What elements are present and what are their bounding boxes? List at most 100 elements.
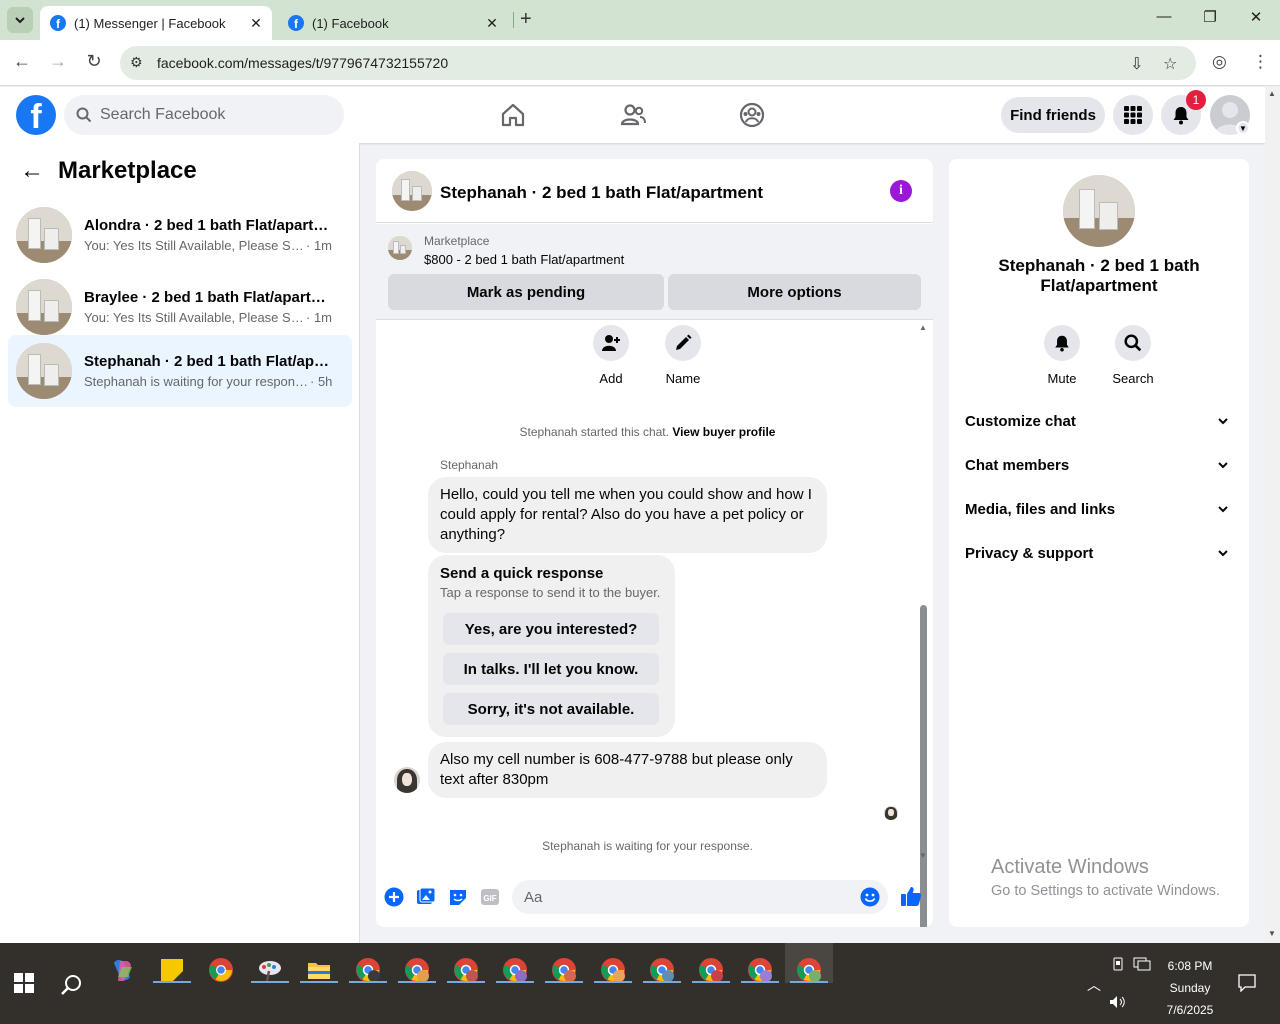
media-files-links-section[interactable]: Media, files and links <box>965 489 1233 529</box>
message-bubble[interactable]: Also my cell number is 608-477-9788 but … <box>428 742 827 798</box>
chat-members-section[interactable]: Chat members <box>965 445 1233 485</box>
chat-title[interactable]: Stephanah · 2 bed 1 bath Flat/apartment <box>440 183 763 203</box>
close-tab-icon[interactable]: ✕ <box>246 15 266 32</box>
facebook-search[interactable] <box>64 95 344 135</box>
app-running-indicator <box>447 981 485 983</box>
chat-listing-thumbnail[interactable] <box>392 171 432 211</box>
quick-response-not-available-button[interactable]: Sorry, it's not available. <box>443 693 659 725</box>
account-caret-icon[interactable]: ▼ <box>1236 121 1250 135</box>
details-title: Stephanah · 2 bed 1 bath Flat/apartment <box>998 256 1200 295</box>
install-app-icon[interactable]: ⇩ <box>1130 54 1143 74</box>
facebook-logo-icon[interactable]: f <box>16 95 56 135</box>
restore-window-button[interactable]: ❐ <box>1187 8 1233 26</box>
clock-day: Sunday <box>1169 981 1211 995</box>
site-info-icon[interactable]: ⚙ <box>130 54 143 71</box>
tab-facebook[interactable]: f (1) Facebook ✕ <box>278 6 508 40</box>
taskbar-search-icon[interactable] <box>60 973 84 997</box>
quick-response-yes-button[interactable]: Yes, are you interested? <box>443 613 659 645</box>
customize-chat-section[interactable]: Customize chat <box>965 401 1233 441</box>
close-tab-icon[interactable]: ✕ <box>482 15 502 32</box>
minimize-window-button[interactable]: — <box>1141 8 1187 25</box>
grid-menu-icon <box>1124 106 1142 124</box>
tab-search-button[interactable] <box>7 7 33 33</box>
new-tab-button[interactable]: + <box>520 8 532 31</box>
sticker-icon[interactable] <box>448 887 468 907</box>
conversation-name: Alondra · 2 bed 1 bath Flat/apartm... <box>84 217 336 234</box>
conversation-name: Braylee · 2 bed 1 bath Flat/apartm... <box>84 289 336 306</box>
system-clock[interactable]: 6:08 PM Sunday 7/6/2025 <box>1158 955 1222 1021</box>
profile-icon[interactable]: ◎ <box>1212 52 1227 72</box>
forward-button[interactable]: → <box>46 51 70 72</box>
page-scroll-up-icon[interactable]: ▲ <box>1268 89 1276 98</box>
sidebar-title: Marketplace <box>58 157 197 184</box>
scroll-down-arrow-icon[interactable]: ▼ <box>919 851 927 860</box>
friends-icon[interactable] <box>619 101 647 129</box>
show-hidden-icons-chevron-icon[interactable]: ︿ <box>1087 975 1101 995</box>
chat-details-panel: Stephanah · 2 bed 1 bath Flat/apartment … <box>949 159 1249 927</box>
close-window-button[interactable]: ✕ <box>1233 8 1279 26</box>
find-friends-button[interactable]: Find friends <box>1001 97 1105 133</box>
home-icon[interactable] <box>499 101 527 129</box>
bookmark-star-icon[interactable]: ☆ <box>1163 54 1177 74</box>
menu-grid-button[interactable] <box>1113 95 1153 135</box>
message-composer: GIF <box>376 869 933 925</box>
conversation-item[interactable]: Braylee · 2 bed 1 bath Flat/apartm... Yo… <box>8 271 352 343</box>
sender-avatar[interactable] <box>394 767 420 793</box>
name-chat-action[interactable]: Name <box>653 325 713 386</box>
page-scroll-down-icon[interactable]: ▼ <box>1268 929 1276 938</box>
message-input[interactable] <box>512 880 888 914</box>
more-options-button[interactable]: More options <box>668 274 921 310</box>
search-input[interactable] <box>100 106 320 124</box>
app-running-indicator <box>692 981 730 983</box>
add-people-action[interactable]: Add <box>581 325 641 386</box>
app-running-indicator <box>398 981 436 983</box>
gif-icon[interactable]: GIF <box>480 887 500 907</box>
add-person-icon <box>602 335 620 351</box>
plus-circle-icon[interactable] <box>384 887 404 907</box>
mark-as-pending-button[interactable]: Mark as pending <box>388 274 664 310</box>
app-running-indicator <box>790 981 828 983</box>
search-icon <box>76 107 92 123</box>
conversation-item-active[interactable]: Stephanah · 2 bed 1 bath Flat/apar... St… <box>8 335 352 407</box>
address-bar[interactable]: ⚙ facebook.com/messages/t/97796747321557… <box>120 46 1196 80</box>
search-in-conversation-action[interactable]: Search <box>1103 325 1163 386</box>
details-listing-thumbnail[interactable] <box>1063 175 1135 247</box>
message-list[interactable]: Add Name Stephanah started this chat. Vi… <box>376 321 933 927</box>
listing-thumbnail <box>16 279 72 335</box>
chevron-down-icon <box>15 17 25 24</box>
mute-action[interactable]: Mute <box>1032 325 1092 386</box>
groups-icon[interactable] <box>738 101 766 129</box>
conversation-item[interactable]: Alondra · 2 bed 1 bath Flat/apartm... Yo… <box>8 199 352 271</box>
url-text[interactable]: facebook.com/messages/t/9779674732155720 <box>157 55 448 71</box>
name-label: Name <box>665 371 701 386</box>
emoji-icon[interactable] <box>860 887 880 907</box>
copilot-app-icon[interactable] <box>106 953 140 987</box>
reload-button[interactable]: ↻ <box>82 51 106 72</box>
back-button[interactable]: ← <box>10 51 34 72</box>
privacy-support-section[interactable]: Privacy & support <box>965 533 1233 573</box>
windows-start-icon[interactable] <box>14 973 34 993</box>
browser-menu-icon[interactable]: ⋮ <box>1252 52 1269 72</box>
scroll-up-arrow-icon[interactable]: ▲ <box>919 323 927 332</box>
message-bubble[interactable]: Hello, could you tell me when you could … <box>428 477 827 553</box>
mute-label: Mute <box>1047 371 1077 386</box>
notification-center-icon[interactable] <box>1238 974 1256 992</box>
network-icon[interactable] <box>1133 957 1151 971</box>
chevron-down-icon <box>1218 506 1228 513</box>
back-arrow-icon[interactable]: ← <box>20 157 44 185</box>
search-label: Search <box>1112 371 1154 386</box>
device-icon[interactable] <box>1111 957 1125 971</box>
notification-badge: 1 <box>1186 90 1206 110</box>
view-buyer-profile-link[interactable]: View buyer profile <box>672 425 775 439</box>
listing-price-title[interactable]: $800 - 2 bed 1 bath Flat/apartment <box>424 252 624 267</box>
page-scrollbar[interactable]: ▲ ▼ <box>1265 87 1280 943</box>
browser-tab-strip: f (1) Messenger | Facebook ✕ f (1) Faceb… <box>0 0 1280 40</box>
quick-response-in-talks-button[interactable]: In talks. I'll let you know. <box>443 653 659 685</box>
thumbs-up-icon[interactable] <box>900 885 922 907</box>
tab-messenger[interactable]: f (1) Messenger | Facebook ✕ <box>40 6 272 40</box>
info-icon[interactable]: i <box>890 180 912 202</box>
photo-icon[interactable] <box>416 887 436 907</box>
chrome-app-icon[interactable] <box>204 953 238 987</box>
chat-started-notice: Stephanah started this chat. View buyer … <box>376 425 919 439</box>
volume-icon[interactable] <box>1109 995 1127 1009</box>
